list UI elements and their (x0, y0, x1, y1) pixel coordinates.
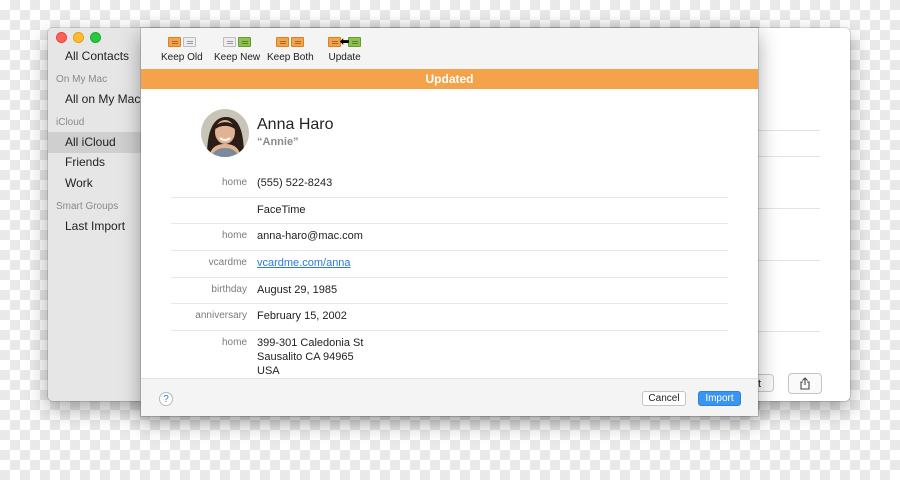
keep-new-label: Keep New (214, 52, 261, 63)
update-button[interactable]: ⬅ Update (328, 36, 362, 63)
toolbar: Keep Old Keep New Keep Both ⬅ Update (141, 28, 758, 69)
keep-new-icon (223, 36, 252, 48)
sidebar-header-smart-groups: Smart Groups (56, 201, 119, 212)
contact-name: Anna Haro (257, 116, 334, 133)
field-row-facetime: FaceTime (171, 198, 728, 224)
zoom-window-button[interactable] (90, 32, 101, 43)
divider (758, 130, 820, 131)
keep-new-button[interactable]: Keep New (214, 36, 260, 63)
keep-old-button[interactable]: Keep Old (161, 36, 203, 63)
keep-old-icon (167, 36, 196, 48)
divider (758, 208, 820, 209)
divider (758, 331, 820, 332)
field-label: home (221, 230, 247, 241)
avatar (201, 109, 249, 157)
field-row-address: home 399-301 Caledonia St Sausalito CA 9… (171, 331, 728, 378)
sidebar-header-on-my-mac: On My Mac (56, 74, 108, 85)
share-button[interactable] (788, 373, 822, 394)
email-value[interactable]: anna-haro@mac.com (257, 229, 363, 243)
import-button[interactable]: Import (698, 391, 741, 406)
anniversary-value: February 15, 2002 (257, 310, 347, 322)
window-controls (56, 32, 101, 43)
cancel-button[interactable]: Cancel (642, 391, 686, 406)
help-button[interactable]: ? (159, 392, 173, 406)
phone-value[interactable]: (555) 522-8243 (257, 176, 332, 190)
field-label: birthday (211, 284, 247, 295)
share-icon (800, 377, 810, 390)
divider (758, 260, 820, 261)
keep-both-icon (276, 36, 305, 48)
field-row-url: vcardme vcardme.com/anna (171, 251, 728, 278)
sidebar-item-all-icloud[interactable]: All iCloud (48, 132, 141, 153)
address-value[interactable]: 399-301 Caledonia St Sausalito CA 94965 … (257, 336, 363, 378)
field-label: home (221, 177, 247, 188)
field-row-birthday: birthday August 29, 1985 (171, 278, 728, 304)
field-row-email: home anna-haro@mac.com (171, 224, 728, 251)
sidebar-item-last-import[interactable]: Last Import (48, 216, 141, 237)
sidebar-header-icloud: iCloud (56, 117, 85, 128)
field-label: anniversary (195, 310, 247, 321)
sidebar: All Contacts On My Mac All on My Mac iCl… (48, 28, 142, 401)
field-row-phone: home (555) 522-8243 (171, 171, 728, 198)
sidebar-item-work[interactable]: Work (48, 173, 141, 194)
field-label: home (221, 337, 247, 348)
contact-nickname: “Annie” (257, 136, 299, 148)
update-label: Update (328, 52, 361, 63)
contact-card: Anna Haro “Annie” home (555) 522-8243 Fa… (141, 89, 758, 378)
sidebar-item-friends[interactable]: Friends (48, 152, 141, 173)
field-label: vcardme (208, 257, 247, 268)
import-sheet: Keep Old Keep New Keep Both ⬅ Update Upd… (141, 28, 758, 416)
sheet-footer: ? Cancel Import (141, 378, 758, 416)
status-banner: Updated (141, 69, 758, 89)
sidebar-item-all-contacts[interactable]: All Contacts (48, 46, 141, 67)
birthday-value: August 29, 1985 (257, 284, 338, 296)
minimize-window-button[interactable] (73, 32, 84, 43)
address-line: Sausalito CA 94965 (257, 351, 354, 363)
address-line: USA (257, 365, 280, 377)
field-row-anniversary: anniversary February 15, 2002 (171, 304, 728, 331)
facetime-value[interactable]: FaceTime (257, 203, 306, 217)
update-icon: ⬅ (328, 36, 362, 48)
keep-both-button[interactable]: Keep Both (267, 36, 314, 63)
url-link[interactable]: vcardme.com/anna (257, 257, 351, 269)
address-line: 399-301 Caledonia St (257, 337, 364, 349)
divider (758, 156, 820, 157)
keep-old-label: Keep Old (161, 52, 203, 63)
close-window-button[interactable] (56, 32, 67, 43)
sidebar-item-all-on-my-mac[interactable]: All on My Mac (48, 89, 141, 110)
keep-both-label: Keep Both (267, 52, 314, 63)
